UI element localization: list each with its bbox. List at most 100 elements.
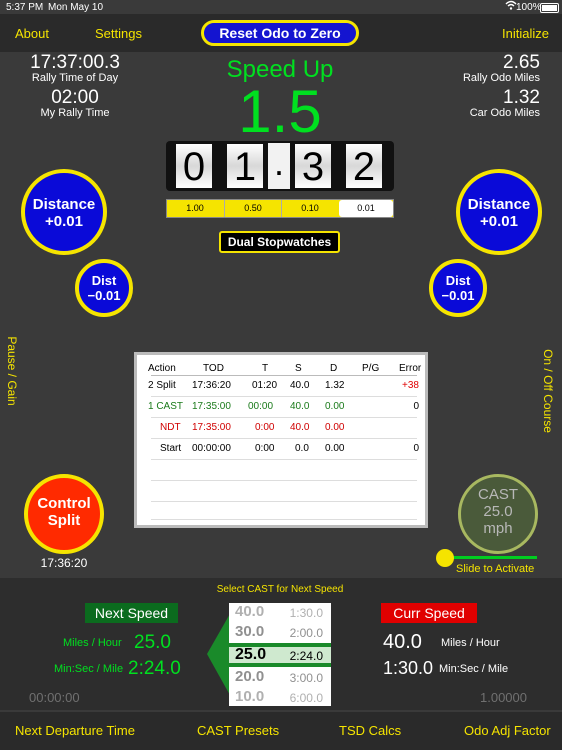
cell-error: 0: [413, 401, 419, 412]
split-log-table: Action TOD T S D P/G Error 2 Split 17:36…: [134, 352, 428, 528]
picker-speed-selected: 25.0: [235, 646, 267, 663]
cell-d: 0.00: [325, 443, 345, 454]
picker-pace: 2:00.0: [289, 626, 323, 640]
increment-option-selected[interactable]: 0.01: [339, 200, 393, 217]
battery-icon: [540, 3, 559, 13]
row-divider: [151, 480, 417, 481]
speed-value: 1.5: [238, 78, 322, 145]
picker-speed: 20.0: [235, 668, 265, 685]
picker-speed: 30.0: [235, 623, 265, 640]
cast-button[interactable]: CAST 25.0 mph: [458, 474, 538, 554]
distance-plus-button-right[interactable]: Distance +0.01: [456, 169, 542, 255]
picker-selected-row[interactable]: 25.0 2:24.0: [229, 643, 331, 667]
row-divider: [151, 459, 417, 460]
slide-to-activate-label: Slide to Activate: [456, 563, 535, 575]
status-bar: 5:37 PM Mon May 10 100%: [0, 0, 562, 14]
selection-arrow-icon: [207, 612, 231, 697]
cell-s: 0.0: [295, 443, 309, 454]
cell-tod: 00:00:00: [192, 443, 231, 454]
cell-tod: 17:35:00: [192, 401, 231, 412]
cell-s: 40.0: [290, 401, 310, 412]
next-mph-value: 25.0: [134, 632, 171, 653]
battery-percent: 100%: [516, 2, 542, 13]
cell-d: 0.00: [325, 422, 345, 433]
curr-pace-label: Min:Sec / Mile: [439, 663, 509, 675]
curr-mph-label: Miles / Hour: [441, 637, 500, 649]
cell-error: 0: [413, 443, 419, 454]
cell-error: +38: [402, 380, 419, 391]
tsd-calcs-link[interactable]: TSD Calcs: [339, 723, 401, 738]
cast-label: CAST: [477, 486, 518, 503]
dual-stopwatches-button[interactable]: Dual Stopwatches: [219, 231, 340, 253]
activation-slider-handle[interactable]: [436, 549, 454, 567]
odo-adj-factor-value: 1.00000: [480, 690, 527, 705]
distance-plus-title: Distance: [467, 196, 531, 213]
cell-action: NDT: [160, 422, 181, 433]
odometer-digit: 0: [175, 143, 213, 189]
next-departure-time-link[interactable]: Next Departure Time: [15, 723, 135, 738]
control-split-line2: Split: [47, 512, 81, 529]
rally-time-label: Rally Time of Day: [31, 72, 119, 84]
column-header: D: [330, 363, 338, 374]
pause-gain-toggle[interactable]: Pause / Gain: [5, 326, 19, 416]
my-rally-time: 02:00: [51, 87, 99, 108]
row-divider: [151, 519, 417, 520]
cast-speed: 25.0: [483, 503, 513, 520]
table-row[interactable]: NDT 17:35:00 0:00 40.0 0.00: [137, 418, 425, 438]
control-split-line1: Control: [37, 495, 91, 512]
reset-odo-button[interactable]: Reset Odo to Zero: [201, 20, 359, 46]
on-off-course-toggle[interactable]: On / Off Course: [541, 341, 555, 441]
odo-adj-factor-link[interactable]: Odo Adj Factor: [464, 723, 551, 738]
cell-tod: 17:36:20: [192, 380, 231, 391]
picker-speed: 40.0: [235, 603, 265, 620]
increment-option[interactable]: 0.50: [224, 200, 281, 217]
odometer-decimal-point: .: [268, 143, 290, 189]
cell-s: 40.0: [290, 380, 310, 391]
odometer-digit: 2: [345, 143, 383, 189]
picker-row[interactable]: 30.0 2:00.0: [229, 623, 331, 643]
next-pace-value: 2:24.0: [128, 658, 181, 679]
picker-row[interactable]: 40.0 1:30.0: [229, 603, 331, 623]
about-link[interactable]: About: [15, 26, 49, 41]
cell-t: 0:00: [255, 443, 275, 454]
table-row[interactable]: Start 00:00:00 0:00 0.0 0.00 0: [137, 439, 425, 459]
increment-option[interactable]: 0.10: [281, 200, 338, 217]
cell-d: 0.00: [325, 401, 345, 412]
dist-minus-button-left[interactable]: Dist −0.01: [75, 259, 133, 317]
distance-plus-button-left[interactable]: Distance +0.01: [21, 169, 107, 255]
car-odo-label: Car Odo Miles: [469, 107, 540, 119]
cell-t: 0:00: [255, 422, 275, 433]
next-departure-timer: 00:00:00: [29, 690, 80, 705]
picker-pace: 6:00.0: [289, 691, 323, 705]
picker-row[interactable]: 20.0 3:00.0: [229, 668, 331, 688]
cell-t: 01:20: [252, 380, 278, 391]
table-row[interactable]: 1 CAST 17:35:00 00:00 40.0 0.00 0: [137, 397, 425, 417]
dist-minus-button-right[interactable]: Dist −0.01: [429, 259, 487, 317]
cell-tod: 17:35:00: [192, 422, 231, 433]
odometer-digit: 1: [226, 143, 264, 189]
column-header: TOD: [203, 363, 224, 374]
control-split-time: 17:36:20: [40, 556, 88, 570]
dist-minus-title: Dist: [91, 273, 117, 288]
column-header: Action: [148, 363, 176, 374]
distance-plus-title: Distance: [32, 196, 96, 213]
settings-link[interactable]: Settings: [95, 26, 142, 41]
initialize-link[interactable]: Initialize: [502, 26, 549, 41]
column-header: S: [295, 363, 302, 374]
row-divider: [151, 501, 417, 502]
picker-pace-selected: 2:24.0: [289, 649, 323, 663]
cell-d: 1.32: [325, 380, 345, 391]
next-pace-label: Min:Sec / Mile: [54, 663, 124, 675]
dist-minus-value: −0.01: [441, 288, 475, 303]
activation-slider-track[interactable]: [445, 556, 537, 559]
cast-presets-link[interactable]: CAST Presets: [197, 723, 279, 738]
cast-unit: mph: [483, 520, 513, 537]
odometer-digit: 3: [294, 143, 332, 189]
dist-minus-title: Dist: [445, 273, 471, 288]
my-rally-time-label: My Rally Time: [40, 107, 110, 119]
picker-row[interactable]: 10.0 6:00.0: [229, 688, 331, 706]
picker-speed: 10.0: [235, 688, 265, 705]
increment-option[interactable]: 1.00: [167, 200, 223, 217]
control-split-button[interactable]: Control Split: [24, 474, 104, 554]
table-row[interactable]: 2 Split 17:36:20 01:20 40.0 1.32 +38: [137, 376, 425, 396]
